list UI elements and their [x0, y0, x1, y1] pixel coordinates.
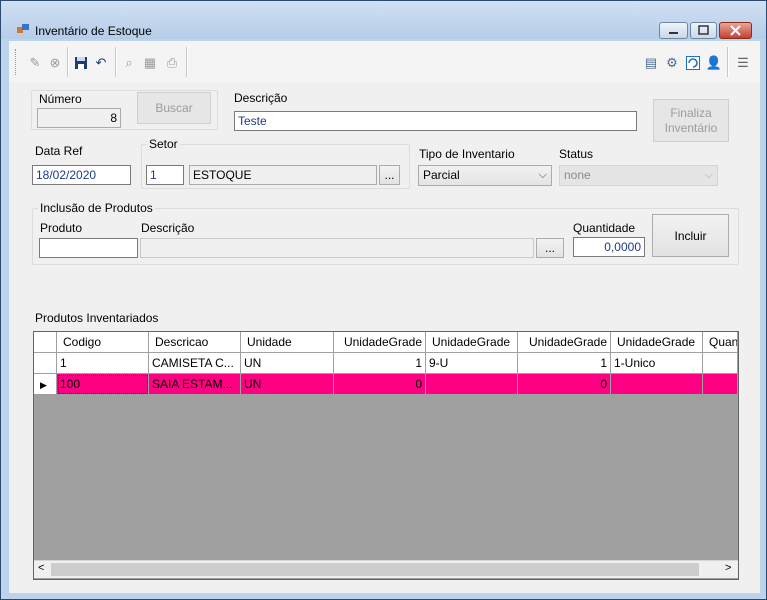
table-cell[interactable]: [426, 374, 518, 395]
table-cell[interactable]: UN: [241, 374, 334, 395]
window-title: Inventário de Estoque: [35, 24, 152, 38]
quantidade-field[interactable]: 0,0000: [573, 237, 645, 257]
inclusao-descricao-label: Descrição: [141, 221, 195, 235]
table-cell[interactable]: 100: [57, 374, 149, 395]
buscar-button[interactable]: Buscar: [137, 92, 211, 124]
table-cell[interactable]: 1: [518, 353, 611, 374]
print-icon[interactable]: ⎙: [164, 55, 180, 71]
column-header[interactable]: UnidadeGrade: [334, 332, 426, 353]
data-ref-label: Data Ref: [35, 144, 83, 158]
cancel-icon[interactable]: ⊗: [47, 55, 63, 71]
produto-lookup-button[interactable]: ...: [536, 238, 564, 258]
menu-icon[interactable]: ☰: [735, 55, 751, 71]
refresh-icon[interactable]: [685, 55, 701, 71]
row-header-corner: [34, 332, 57, 353]
table-cell[interactable]: 1-Unico: [611, 353, 703, 374]
column-header[interactable]: UnidadeGrade: [611, 332, 703, 353]
maximize-icon: [698, 25, 709, 35]
descricao-field[interactable]: Teste: [234, 111, 637, 131]
table-cell[interactable]: 1: [57, 353, 149, 374]
table-cell[interactable]: 1: [334, 353, 426, 374]
finaliza-line2: Inventário: [664, 120, 718, 135]
column-header[interactable]: UnidadeGrade: [518, 332, 611, 353]
toolbar-separator: [67, 47, 69, 77]
close-icon: [730, 25, 741, 36]
minimize-button[interactable]: [659, 22, 688, 39]
numero-field[interactable]: 8: [37, 108, 121, 128]
save-icon[interactable]: [73, 55, 89, 71]
gears-icon[interactable]: ⚙: [664, 55, 680, 71]
table-cell[interactable]: CAMISETA C...: [149, 353, 241, 374]
new-icon[interactable]: ✎: [27, 55, 43, 71]
tipo-inventario-select[interactable]: Parcial ⌵: [418, 165, 552, 186]
maximize-button[interactable]: [690, 22, 717, 39]
table-cell[interactable]: SAIA ESTAM...: [149, 374, 241, 395]
inclusao-produtos-title: Inclusão de Produtos: [38, 201, 155, 215]
row-pointer-icon: ▶: [40, 380, 47, 390]
column-header[interactable]: Codigo: [57, 332, 149, 353]
incluir-button[interactable]: Incluir: [652, 214, 729, 257]
title-bar: Inventário de Estoque: [1, 1, 766, 39]
chevron-down-icon: ⌵: [538, 169, 547, 181]
user-icon[interactable]: 👤: [706, 55, 722, 71]
status-select[interactable]: none ⌵: [559, 165, 718, 186]
table-cell[interactable]: [611, 374, 703, 395]
toolbar-separator: [115, 47, 117, 77]
column-header[interactable]: Descricao: [149, 332, 241, 353]
minimize-icon: [669, 32, 678, 34]
data-ref-field[interactable]: 18/02/2020: [32, 165, 131, 185]
toolbar: ✎ ⊗ ↶ ⌕ ▦ ⎙ ▤ ⚙ 👤 ☰: [9, 41, 760, 83]
app-icon: [17, 24, 29, 33]
table-cell[interactable]: 0: [518, 374, 611, 395]
column-header[interactable]: UnidadeGrade: [426, 332, 518, 353]
setor-lookup-button[interactable]: ...: [379, 165, 400, 185]
status-label: Status: [559, 147, 594, 161]
filter-icon[interactable]: ▦: [142, 55, 158, 71]
status-value: none: [564, 168, 591, 182]
toolbar-separator: [727, 47, 729, 77]
scroll-right-icon[interactable]: >: [725, 562, 731, 574]
row-header[interactable]: [34, 353, 57, 374]
produto-field[interactable]: [39, 238, 138, 258]
produtos-inventariados-label: Produtos Inventariados: [35, 311, 159, 325]
produto-label: Produto: [40, 221, 83, 235]
tipo-inventario-value: Parcial: [423, 168, 460, 182]
scrollbar-thumb[interactable]: [51, 563, 699, 576]
application-window: Inventário de Estoque ✎ ⊗ ↶ ⌕ ▦ ⎙ ▤ ⚙ 👤 …: [0, 0, 767, 600]
table-cell[interactable]: 0: [334, 374, 426, 395]
chevron-down-icon: ⌵: [704, 169, 713, 181]
scroll-left-icon[interactable]: <: [38, 562, 44, 574]
table-cell[interactable]: [703, 353, 738, 374]
inclusao-descricao-field[interactable]: [140, 238, 534, 258]
setor-label: Setor: [147, 137, 180, 151]
close-button[interactable]: [719, 22, 752, 39]
finaliza-inventario-button[interactable]: Finaliza Inventário: [653, 99, 729, 142]
descricao-label: Descrição: [234, 91, 288, 105]
tipo-inventario-label: Tipo de Inventario: [419, 147, 515, 161]
column-header[interactable]: Unidade: [241, 332, 334, 353]
form-client-area: ✎ ⊗ ↶ ⌕ ▦ ⎙ ▤ ⚙ 👤 ☰ Número 8 Buscar Desc…: [9, 41, 760, 593]
finaliza-line1: Finaliza: [670, 105, 712, 120]
card-icon[interactable]: ▤: [643, 55, 659, 71]
table-cell[interactable]: [703, 374, 738, 395]
table-cell[interactable]: 9-U: [426, 353, 518, 374]
produtos-grid[interactable]: Codigo Descricao Unidade UnidadeGrade Un…: [33, 331, 739, 580]
horizontal-scrollbar[interactable]: < >: [34, 560, 738, 578]
setor-code-field[interactable]: 1: [146, 165, 184, 185]
quantidade-label: Quantidade: [573, 221, 636, 235]
column-header[interactable]: Quan: [703, 332, 738, 353]
toolbar-grip[interactable]: [15, 49, 18, 75]
current-row-indicator[interactable]: ▶: [34, 374, 57, 395]
setor-name-field[interactable]: ESTOQUE: [189, 165, 377, 185]
search-icon[interactable]: ⌕: [121, 55, 137, 71]
undo-icon[interactable]: ↶: [93, 55, 109, 71]
table-cell[interactable]: UN: [241, 353, 334, 374]
toolbar-separator: [186, 47, 188, 77]
numero-label: Número: [39, 92, 82, 106]
